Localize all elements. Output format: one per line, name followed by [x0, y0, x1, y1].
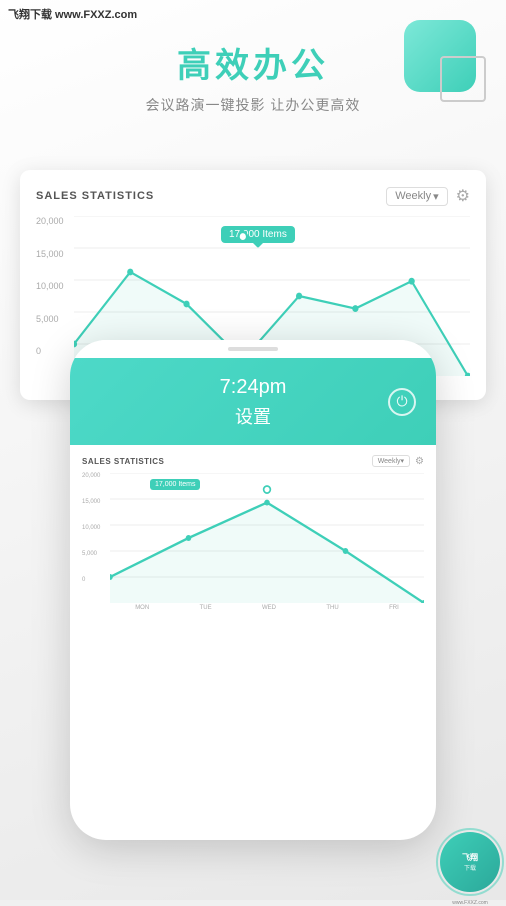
- phone-gear-icon[interactable]: ⚙: [415, 456, 424, 467]
- chart-header-large: SALES STATISTICS Weekly ▾ ⚙: [36, 186, 470, 206]
- watermark-bottom: 飞翔 下载 www.FXXZ.com: [440, 832, 500, 892]
- chart-title-large: SALES STATISTICS: [36, 190, 154, 202]
- chart-controls-large: Weekly ▾ ⚙: [386, 186, 470, 206]
- line-chart-phone: [110, 473, 424, 603]
- phone-chart-controls: Weekly ▾ ⚙: [372, 455, 424, 467]
- phone-setting-label: 设置: [235, 403, 271, 429]
- watermark-top: 飞翔下载 www.FXXZ.com: [8, 6, 137, 22]
- phone-top-bar: [70, 340, 436, 358]
- phone-notch: [228, 347, 278, 351]
- phone-weekly-button[interactable]: Weekly ▾: [372, 455, 410, 467]
- y-labels-large: 20,000 15,000 10,000 5,000 0: [36, 216, 64, 356]
- gear-icon-large[interactable]: ⚙: [456, 186, 470, 206]
- phone-time: 7:24pm: [220, 376, 287, 399]
- phone-chart-card: SALES STATISTICS Weekly ▾ ⚙ 20,000 15,00…: [70, 445, 436, 621]
- phone-chart-area: 20,000 15,000 10,000 5,000 0 17,000 Item…: [82, 473, 424, 603]
- phone-mockup: 7:24pm 设置 ⏻ SALES STATISTICS Weekly ▾ ⚙ …: [70, 340, 436, 840]
- phone-chart-header: SALES STATISTICS Weekly ▾ ⚙: [82, 455, 424, 467]
- phone-chart-svg-container: [110, 473, 424, 603]
- phone-status-bar: 7:24pm 设置 ⏻: [70, 358, 436, 445]
- phone-x-labels: MON TUE WED THU FRI: [82, 605, 424, 611]
- phone-power-button[interactable]: ⏻: [388, 388, 416, 416]
- watermark-url: www.FXXZ.com: [452, 900, 488, 906]
- watermark-circle: 飞翔 下载 www.FXXZ.com: [440, 832, 500, 892]
- phone-chart-title: SALES STATISTICS: [82, 457, 164, 466]
- weekly-button-large[interactable]: Weekly ▾: [386, 187, 447, 206]
- deco-shape: [404, 20, 476, 92]
- phone-chart-tooltip: 17,000 Items: [150, 479, 200, 490]
- phone-y-labels: 20,000 15,000 10,000 5,000 0: [82, 473, 100, 583]
- main-background: 飞翔下载 www.FXXZ.com 高效办公 会议路演一键投影 让办公更高效 S…: [0, 0, 506, 900]
- deco-square: [404, 20, 476, 92]
- watermark-top-text: 飞翔下载 www.FXXZ.com: [8, 9, 137, 21]
- sub-title: 会议路演一键投影 让办公更高效: [0, 95, 506, 115]
